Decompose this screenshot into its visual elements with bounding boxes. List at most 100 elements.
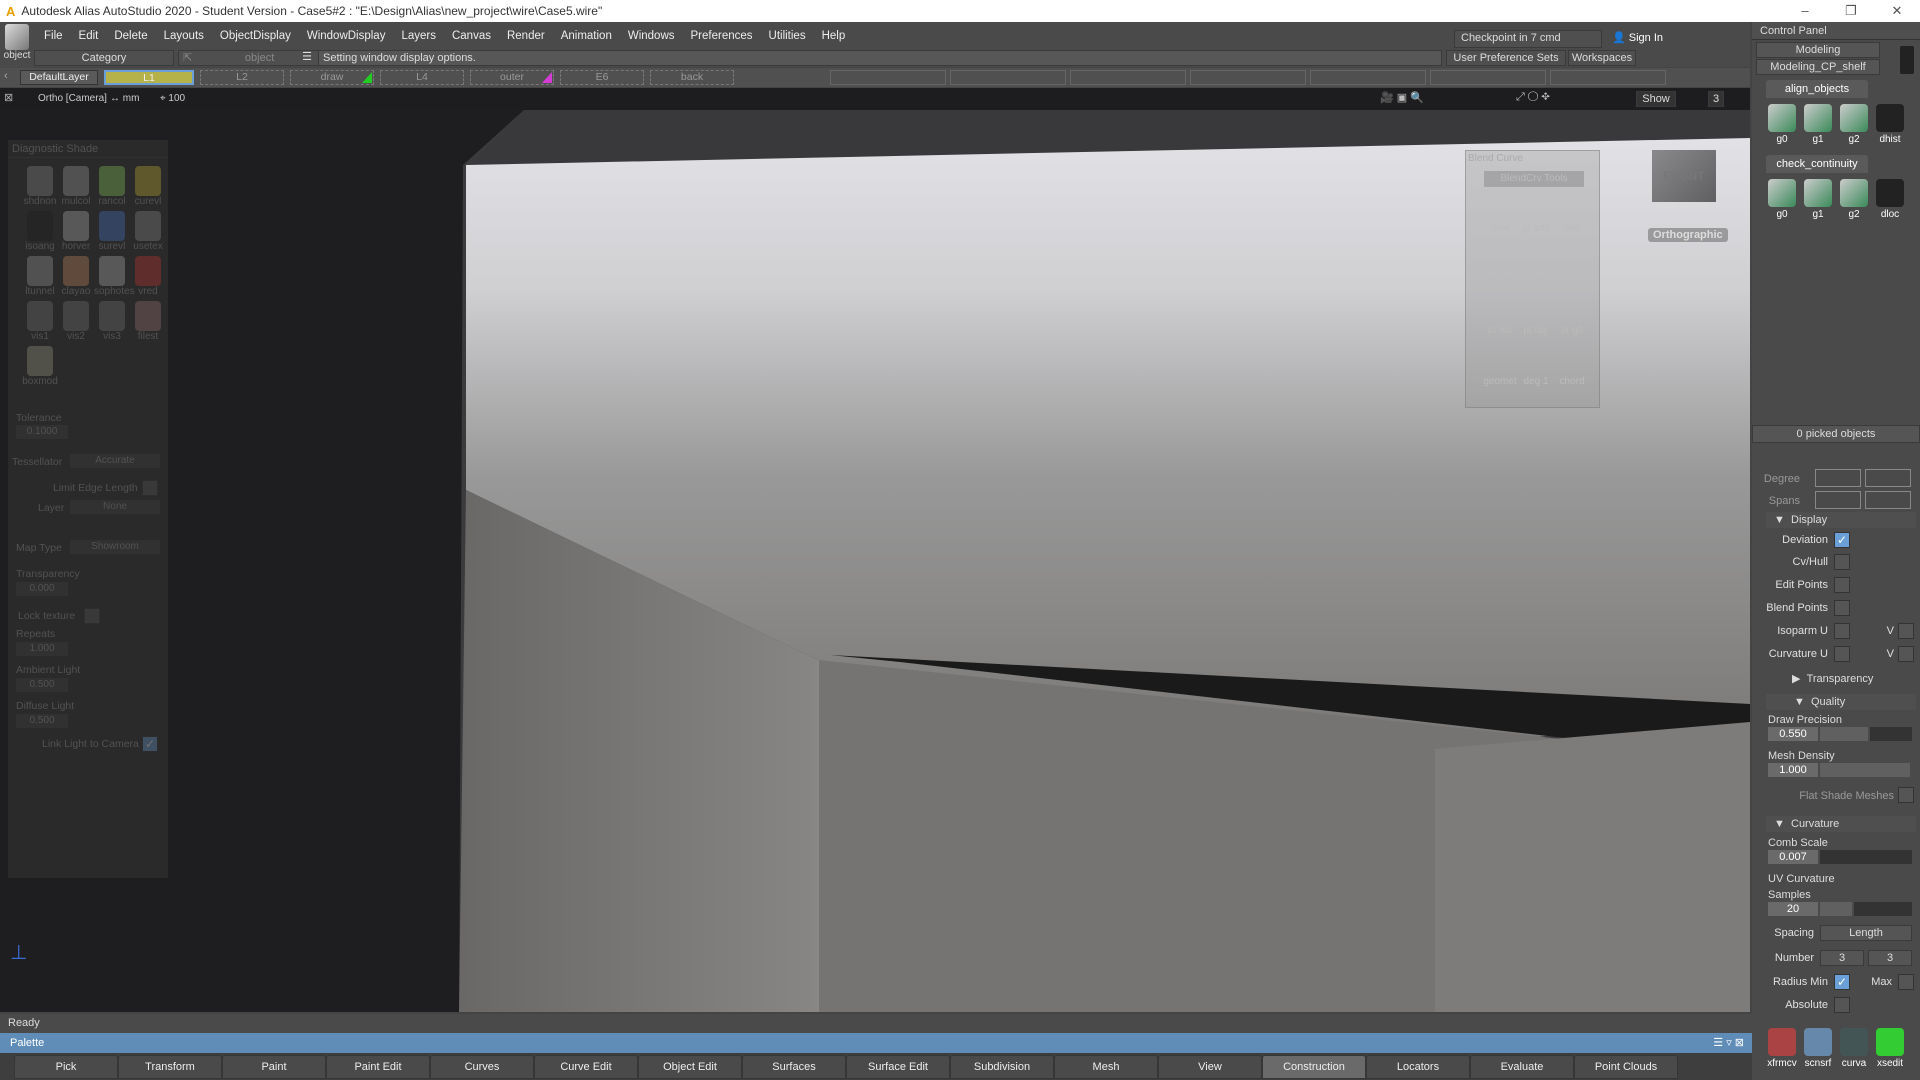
restore-button[interactable]: ❐ [1828,0,1874,22]
repeats-field[interactable]: 1.000 [16,642,68,656]
layer-slot[interactable] [950,70,1066,85]
samples-field[interactable]: 20 [1768,902,1818,916]
menu-animation[interactable]: Animation [553,30,620,42]
menu-preferences[interactable]: Preferences [683,30,761,42]
menu-windows[interactable]: Windows [620,30,683,42]
diag-tool-shdnon[interactable]: shdnon [22,166,58,207]
shelf-item-g2[interactable]: g2 [1838,179,1870,220]
viewport-close-icon[interactable]: ⊠ [4,91,13,104]
shelf-item-dhist[interactable]: dhist [1874,104,1906,145]
menu-file[interactable]: File [36,30,71,42]
deviation-checkbox[interactable]: ✓ [1834,532,1850,548]
layer-slot[interactable] [1070,70,1186,85]
workspace-dropdown[interactable]: Modeling [1756,42,1880,58]
shelf-tab-check-continuity[interactable]: check_continuity [1766,155,1868,173]
isoparm-u-checkbox[interactable] [1834,623,1850,639]
blend-tool-new[interactable]: new [1482,197,1518,234]
degree-v-field[interactable] [1865,469,1911,487]
minimize-button[interactable]: – [1782,0,1828,22]
blend-tool-mk-mstr[interactable]: mk mstr [1554,248,1590,285]
shelf-item-g0[interactable]: g0 [1766,104,1798,145]
transparency-field[interactable]: 0.000 [16,582,68,596]
limit-edge-checkbox[interactable] [142,480,158,496]
tolerance-field[interactable]: 0.1000 [16,425,68,439]
layer-scroll-left-icon[interactable]: ‹ [4,70,8,82]
tab-surfaces[interactable]: Surfaces [742,1055,846,1079]
blend-tool-detach[interactable]: detach [1518,248,1554,285]
blend-tool-chord[interactable]: chord [1554,350,1590,387]
tab-object-edit[interactable]: Object Edit [638,1055,742,1079]
layout-number[interactable]: 3 [1708,91,1724,107]
camera-tools-icons[interactable]: 🎥 ▣ 🔍 [1380,91,1424,104]
layer-back[interactable]: back [650,70,734,85]
layer-outer[interactable]: outer [470,70,554,85]
menu-help[interactable]: Help [814,30,854,42]
category-button[interactable]: Category [34,50,174,66]
shelf-item-g1[interactable]: g1 [1802,179,1834,220]
tab-subdivision[interactable]: Subdivision [950,1055,1054,1079]
layer-l4[interactable]: L4 [380,70,464,85]
diag-tool-surevl[interactable]: surevl [94,211,130,252]
tab-construction[interactable]: Construction [1262,1055,1366,1079]
tab-transform[interactable]: Transform [118,1055,222,1079]
tab-mesh[interactable]: Mesh [1054,1055,1158,1079]
diag-tool-rancol[interactable]: rancol [94,166,130,207]
spans-u-field[interactable] [1815,491,1861,509]
menu-layers[interactable]: Layers [393,30,444,42]
user-pref-sets-button[interactable]: User Preference Sets [1446,50,1566,66]
picked-objects-dropdown[interactable]: 0 picked objects [1752,425,1920,443]
menu-render[interactable]: Render [499,30,553,42]
workspaces-button[interactable]: Workspaces [1568,50,1636,66]
shelf-item-g2[interactable]: g2 [1838,104,1870,145]
tab-curve-edit[interactable]: Curve Edit [534,1055,638,1079]
shelf-dropdown[interactable]: Modeling_CP_shelf [1756,59,1880,75]
diag-tool-mulcol[interactable]: mulcol [58,166,94,207]
spacing-dropdown[interactable]: Length [1820,925,1912,941]
blend-points-checkbox[interactable] [1834,600,1850,616]
diffuse-light-field[interactable]: 0.500 [16,714,68,728]
tab-view[interactable]: View [1158,1055,1262,1079]
layer-l2[interactable]: L2 [200,70,284,85]
layer-slot[interactable] [830,70,946,85]
blend-tool-edit[interactable]: edit [1554,197,1590,234]
blend-tools-tab[interactable]: BlendCrv Tools [1484,171,1584,187]
diag-tool-ltunnel[interactable]: ltunnel [22,256,58,297]
radius-min-checkbox[interactable]: ✓ [1834,974,1850,990]
transparency-section[interactable]: ▶ Transparency [1792,672,1873,685]
blend-tool-planariz[interactable]: planariz [1482,248,1518,285]
tab-surface-edit[interactable]: Surface Edit [846,1055,950,1079]
curvature-v-checkbox[interactable] [1898,646,1914,662]
tab-evaluate[interactable]: Evaluate [1470,1055,1574,1079]
link-light-checkbox[interactable]: ✓ [142,736,158,752]
draw-precision-field[interactable]: 0.550 [1768,727,1818,741]
tab-paint[interactable]: Paint [222,1055,326,1079]
view-tools-icons[interactable]: ⤢ ◯ ✥ [1516,91,1550,104]
view-cube[interactable]: FRONT [1652,150,1716,202]
shelf-item-dloc[interactable]: dloc [1874,179,1906,220]
diag-tool-isoang[interactable]: isoang [22,211,58,252]
curvature-section[interactable]: ▼ Curvature [1766,816,1916,832]
diag-tool-sophotes[interactable]: sophotes [94,256,135,297]
shelf-item-xsedit[interactable]: xsedit [1874,1028,1906,1069]
pick-object-tool[interactable]: object [0,22,34,68]
quality-section[interactable]: ▼ Quality [1766,694,1916,710]
layer-draw[interactable]: draw [290,70,374,85]
diag-tool-vis2[interactable]: vis2 [58,301,94,342]
menu-utilities[interactable]: Utilities [761,30,814,42]
show-button[interactable]: Show [1636,91,1676,107]
comb-scale-slider[interactable] [1820,850,1912,864]
cv-hull-checkbox[interactable] [1834,554,1850,570]
diag-tool-horver[interactable]: horver [58,211,94,252]
blend-tool-pt-loc[interactable]: pt loc [1482,299,1518,336]
edit-points-checkbox[interactable] [1834,577,1850,593]
sign-in-button[interactable]: 👤 Sign In [1612,31,1663,44]
blend-tool-pt-ray[interactable]: pt ray [1518,299,1554,336]
menu-edit[interactable]: Edit [71,30,107,42]
comb-scale-field[interactable]: 0.007 [1768,850,1818,864]
layer-slot[interactable] [1550,70,1666,85]
shelf-item-g1[interactable]: g1 [1802,104,1834,145]
number-v-field[interactable]: 3 [1868,950,1912,966]
menu-canvas[interactable]: Canvas [444,30,499,42]
palette-controls-icons[interactable]: ☰ ▿ ⊠ [1713,1033,1744,1053]
layer-l1[interactable]: L1 [104,70,194,85]
